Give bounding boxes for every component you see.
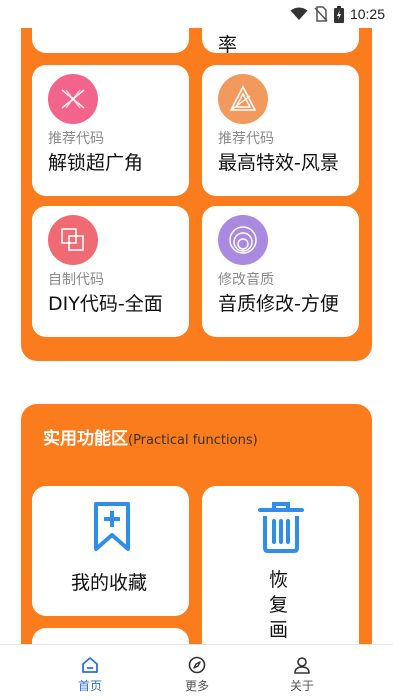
no-sim-icon <box>314 6 328 22</box>
card-audio-quality[interactable]: 修改音质 音质修改-方便 <box>202 206 359 337</box>
rings-icon <box>218 215 268 265</box>
compass-icon <box>188 656 206 674</box>
nav-more[interactable]: 更多 <box>167 645 227 700</box>
wifi-icon <box>290 7 308 20</box>
user-icon <box>294 657 310 674</box>
status-bar: 10:25 <box>0 0 393 28</box>
card-ultra-wide[interactable]: 推荐代码 解锁超广角 <box>32 65 189 196</box>
home-icon <box>82 657 98 673</box>
nav-home[interactable]: 首页 <box>60 645 120 700</box>
card-subtitle: 修改音质 <box>218 272 274 288</box>
nav-about[interactable]: 关于 <box>272 645 332 700</box>
card-title: 最高特效-风景 <box>218 152 339 174</box>
squares-icon <box>48 215 98 265</box>
recommend-panel: 推荐代码 解锁超广角 推荐代码 最高特效-风景 自制代码 DIY代码-全面 修改… <box>21 0 372 361</box>
card-max-effects[interactable]: 推荐代码 最高特效-风景 <box>202 65 359 196</box>
card-title: 音质修改-方便 <box>218 293 339 315</box>
status-time: 10:25 <box>349 6 385 22</box>
bookmark-add-icon <box>94 502 130 551</box>
section-title-main: 实用功能区 <box>43 429 128 449</box>
card-subtitle: 推荐代码 <box>218 131 274 147</box>
bottom-nav: 首页 更多 关于 <box>0 644 393 700</box>
battery-charging-icon <box>333 5 344 23</box>
nav-about-label: 关于 <box>289 679 314 693</box>
status-icons: 10:25 <box>290 4 385 24</box>
section-title-sub: (Practical functions) <box>128 433 258 448</box>
app-screen: 10:25 推荐代码 解锁超广角 推荐代码 最高特效-风景 自制代码 DIY代码… <box>0 0 393 700</box>
fan-icon <box>48 74 98 124</box>
trash-icon <box>258 502 304 553</box>
nav-home-label: 首页 <box>77 679 102 693</box>
card-title: DIY代码-全面 <box>48 293 163 315</box>
card-title: 解锁超广角 <box>48 152 144 174</box>
card-subtitle: 自制代码 <box>48 272 104 288</box>
triangle-icon <box>218 74 268 124</box>
nav-more-label: 更多 <box>184 679 209 693</box>
favorites-button[interactable]: 我的收藏 <box>32 486 189 616</box>
card-diy-code[interactable]: 自制代码 DIY代码-全面 <box>32 206 189 337</box>
partial-card-text: 率 <box>218 34 238 56</box>
favorites-label: 我的收藏 <box>71 572 148 594</box>
card-subtitle: 推荐代码 <box>48 131 104 147</box>
section-title: 实用功能区(Practical functions) <box>43 424 258 449</box>
